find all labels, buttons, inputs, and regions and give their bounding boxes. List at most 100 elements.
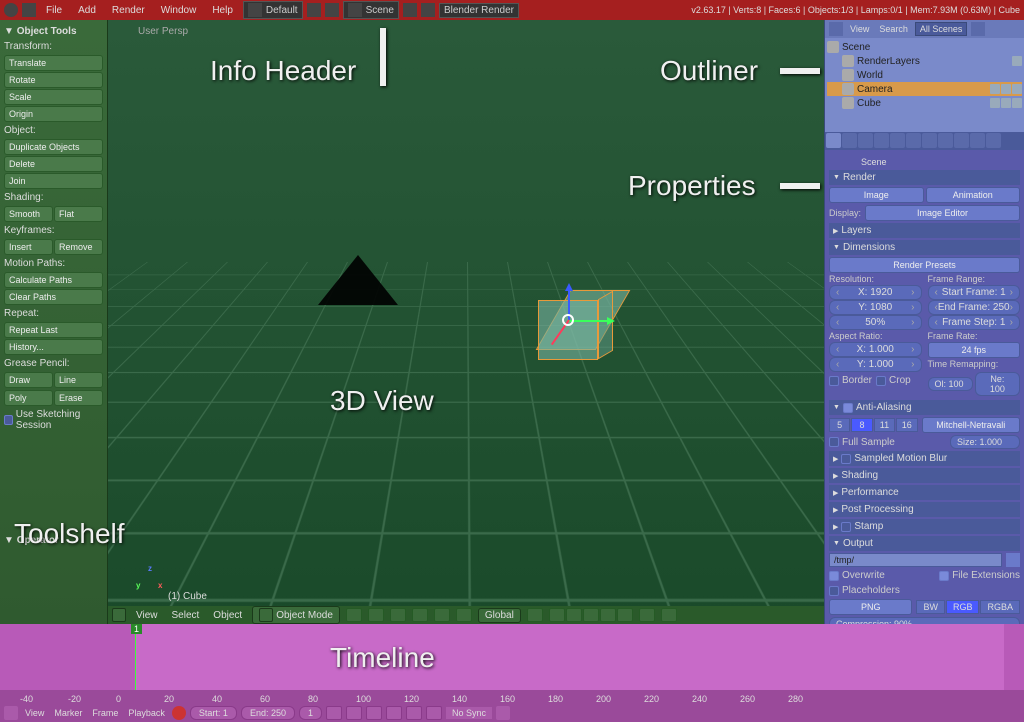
window-menu[interactable]: Window — [155, 5, 203, 16]
shading-panel-header[interactable]: Shading — [829, 468, 1020, 483]
object-menu[interactable]: Object — [209, 610, 246, 621]
aa-5-button[interactable]: 5 — [829, 418, 850, 432]
tl-frame-menu[interactable]: Frame — [89, 708, 121, 718]
timeline-ruler[interactable]: -40-200204060801001201401601802002202402… — [0, 690, 1024, 704]
tab-texture[interactable] — [954, 133, 969, 148]
tab-object[interactable] — [874, 133, 889, 148]
tab-scene[interactable] — [842, 133, 857, 148]
file-ext-checkbox[interactable]: File Extensions — [939, 569, 1020, 582]
rgb-button[interactable]: RGB — [946, 600, 980, 614]
operator-panel-header[interactable]: ▼ Operator — [4, 533, 103, 548]
layer-button[interactable] — [583, 608, 599, 622]
output-panel-header[interactable]: Output — [829, 536, 1020, 551]
res-x-field[interactable]: ‹X: 1920› — [829, 285, 922, 300]
layout-close-icon[interactable] — [325, 3, 339, 17]
outliner-view-menu[interactable]: View — [847, 24, 872, 34]
manipulator-toggle-icon[interactable] — [390, 608, 406, 622]
pin-icon[interactable] — [829, 156, 841, 168]
history-button[interactable]: History... — [4, 339, 103, 355]
tl-marker-menu[interactable]: Marker — [51, 708, 85, 718]
eye-icon[interactable] — [990, 84, 1000, 94]
compression-field[interactable]: Compression: 90% — [829, 617, 1020, 624]
res-y-field[interactable]: ‹Y: 1080› — [829, 300, 922, 315]
insert-keyframe-button[interactable]: Insert — [4, 239, 53, 255]
delete-button[interactable]: Delete — [4, 156, 103, 172]
layers-icon[interactable] — [527, 608, 543, 622]
rgba-button[interactable]: RGBA — [980, 600, 1020, 614]
scene-close-icon[interactable] — [421, 3, 435, 17]
end-frame-field[interactable]: End: 250 — [241, 706, 295, 720]
old-field[interactable]: Ol: 100 — [928, 377, 973, 391]
tab-material[interactable] — [938, 133, 953, 148]
x-axis-handle[interactable] — [568, 320, 613, 322]
shading-icon[interactable] — [346, 608, 362, 622]
bw-button[interactable]: BW — [916, 600, 945, 614]
flat-button[interactable]: Flat — [54, 206, 103, 222]
select-menu[interactable]: Select — [168, 610, 204, 621]
layers-panel-header[interactable]: Layers — [829, 223, 1020, 238]
placeholders-checkbox[interactable]: Placeholders — [829, 584, 1020, 597]
add-menu[interactable]: Add — [72, 5, 102, 16]
aa-filter-dropdown[interactable]: Mitchell-Netravali — [922, 417, 1021, 433]
overwrite-checkbox[interactable]: Overwrite — [829, 569, 885, 582]
jump-start-icon[interactable] — [326, 706, 342, 720]
smooth-button[interactable]: Smooth — [4, 206, 53, 222]
sketch-session-checkbox[interactable]: Use Sketching Session — [4, 407, 103, 433]
remove-keyframe-button[interactable]: Remove — [54, 239, 103, 255]
scale-manip-icon[interactable] — [456, 608, 472, 622]
tab-data[interactable] — [922, 133, 937, 148]
tab-particles[interactable] — [970, 133, 985, 148]
calc-paths-button[interactable]: Calculate Paths — [4, 272, 103, 288]
tab-constraints[interactable] — [890, 133, 905, 148]
viewport-3d[interactable]: User Persp zxy (1) Cube View Select Obje… — [108, 20, 824, 624]
motion-blur-panel-header[interactable]: Sampled Motion Blur — [829, 451, 1020, 466]
aa-16-button[interactable]: 16 — [896, 418, 917, 432]
tab-modifiers[interactable] — [906, 133, 921, 148]
scene-dropdown[interactable]: Scene — [343, 1, 399, 19]
editor-type-icon[interactable] — [829, 22, 843, 36]
translate-manip-icon[interactable] — [412, 608, 428, 622]
scale-button[interactable]: Scale — [4, 89, 103, 105]
end-frame-field[interactable]: ‹End Frame: 250› — [928, 300, 1021, 315]
render-presets-dropdown[interactable]: Render Presets — [829, 257, 1020, 273]
eye-icon[interactable] — [990, 98, 1000, 108]
editor-type-icon[interactable] — [22, 3, 36, 17]
record-icon[interactable] — [172, 706, 186, 720]
tree-item-scene[interactable]: Scene — [827, 40, 1022, 54]
tab-render[interactable] — [826, 133, 841, 148]
gp-line-button[interactable]: Line — [54, 372, 103, 388]
tree-item-camera[interactable]: Camera — [827, 82, 1022, 96]
outliner-search-menu[interactable]: Search — [876, 24, 911, 34]
render-image-button[interactable]: Image — [829, 187, 924, 203]
file-menu[interactable]: File — [40, 5, 68, 16]
outliner-filter-dropdown[interactable]: All Scenes — [915, 22, 968, 36]
sync-dropdown[interactable]: No Sync — [446, 707, 492, 719]
format-dropdown[interactable]: PNG — [829, 599, 912, 615]
border-checkbox[interactable]: Border — [829, 374, 872, 387]
mode-dropdown[interactable]: Object Mode — [252, 606, 340, 624]
display-dropdown[interactable]: Image Editor — [865, 205, 1020, 221]
search-icon[interactable] — [971, 22, 985, 36]
aspect-x-field[interactable]: ‹X: 1.000› — [829, 342, 922, 357]
tree-item-cube[interactable]: Cube — [827, 96, 1022, 110]
translate-button[interactable]: Translate — [4, 55, 103, 71]
tl-view-menu[interactable]: View — [22, 708, 47, 718]
render-icon[interactable] — [1012, 98, 1022, 108]
repeat-last-button[interactable]: Repeat Last — [4, 322, 103, 338]
output-path-field[interactable]: /tmp/ — [829, 553, 1002, 567]
snap-icon[interactable] — [639, 608, 655, 622]
camera-object[interactable] — [308, 250, 408, 320]
fps-dropdown[interactable]: 24 fps — [928, 342, 1021, 358]
jump-end-icon[interactable] — [426, 706, 442, 720]
performance-panel-header[interactable]: Performance — [829, 485, 1020, 500]
pivot-icon[interactable] — [368, 608, 384, 622]
render-icon[interactable] — [1012, 84, 1022, 94]
gp-draw-button[interactable]: Draw — [4, 372, 53, 388]
cursor-icon[interactable] — [1001, 98, 1011, 108]
layer-button[interactable] — [566, 608, 582, 622]
manipulator-center[interactable] — [562, 314, 574, 326]
res-pct-field[interactable]: ‹50%› — [829, 315, 922, 330]
editor-type-icon[interactable] — [112, 608, 126, 622]
outliner-tree[interactable]: Scene RenderLayers World Camera Cube — [825, 38, 1024, 132]
duplicate-button[interactable]: Duplicate Objects — [4, 139, 103, 155]
